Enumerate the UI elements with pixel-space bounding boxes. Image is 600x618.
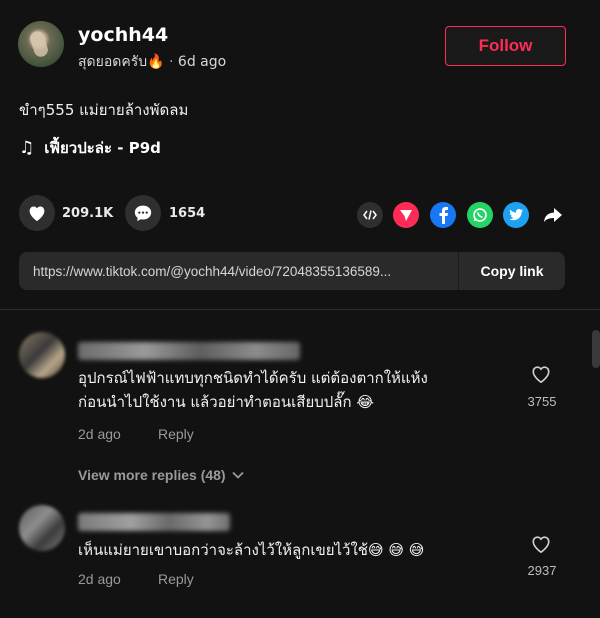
share-arrow-icon[interactable] xyxy=(540,202,566,228)
author-avatar[interactable] xyxy=(18,21,64,67)
view-more-replies[interactable]: View more replies (48) xyxy=(78,467,244,483)
comment-text: อุปกรณ์ไฟฟ้าแทบทุกชนิดทำได้ครับ แต่ต้องต… xyxy=(78,366,428,414)
comment-time: 2d ago xyxy=(78,571,121,587)
comment-text-line: เห็นแม่ยายเขาบอกว่าจะล้างไว้ให้ลูกเขยไว้… xyxy=(78,541,425,559)
reply-button[interactable]: Reply xyxy=(158,571,194,587)
video-url[interactable]: https://www.tiktok.com/@yochh44/video/72… xyxy=(19,264,458,279)
video-link-bar: https://www.tiktok.com/@yochh44/video/72… xyxy=(19,252,565,290)
subline-separator: · xyxy=(169,54,174,70)
commenter-avatar[interactable] xyxy=(19,505,65,551)
comment-button[interactable] xyxy=(125,195,161,231)
author-username[interactable]: yochh44 xyxy=(78,24,168,46)
scrollbar[interactable] xyxy=(592,330,600,368)
author-nickname: สุดยอดครับ🔥 xyxy=(78,54,165,70)
comment-count: 1654 xyxy=(169,206,206,221)
music-title: เฟี้ยวปะล่ะ - P9d xyxy=(44,139,161,157)
commenter-name-blurred xyxy=(78,342,300,360)
embed-icon[interactable] xyxy=(357,202,383,228)
comment-icon xyxy=(134,205,152,222)
twitter-icon[interactable] xyxy=(503,202,529,228)
like-count: 209.1K xyxy=(62,206,114,221)
like-button[interactable] xyxy=(19,195,55,231)
send-icon[interactable] xyxy=(393,202,419,228)
comment-time: 2d ago xyxy=(78,426,121,442)
comment-like-count: 3755 xyxy=(527,394,557,409)
copy-link-button[interactable]: Copy link xyxy=(458,252,565,290)
comment-like-icon[interactable] xyxy=(530,364,552,384)
author-subline: สุดยอดครับ🔥 · 6d ago xyxy=(78,51,226,73)
music-note-icon: ♫ xyxy=(19,138,35,158)
comment-text: เห็นแม่ยายเขาบอกว่าจะล้างไว้ให้ลูกเขยไว้… xyxy=(78,538,424,562)
comment-like-icon[interactable] xyxy=(530,534,552,554)
reply-button[interactable]: Reply xyxy=(158,426,194,442)
music-link[interactable]: ♫ เฟี้ยวปะล่ะ - P9d xyxy=(19,136,161,160)
commenter-avatar[interactable] xyxy=(19,332,65,378)
comment-text-line: อุปกรณ์ไฟฟ้าแทบทุกชนิดทำได้ครับ แต่ต้องต… xyxy=(78,369,428,387)
section-divider xyxy=(0,309,600,310)
view-more-label: View more replies (48) xyxy=(78,467,226,483)
chevron-down-icon xyxy=(231,471,244,479)
comment-text-line: ก่อนนำไปใช้งาน แล้วอย่าทำตอนเสียบปลั๊ก 😂 xyxy=(78,393,374,411)
whatsapp-icon[interactable] xyxy=(467,202,493,228)
heart-icon xyxy=(29,206,45,222)
commenter-name-blurred xyxy=(78,513,230,531)
post-time: 6d ago xyxy=(177,54,227,70)
facebook-icon[interactable] xyxy=(430,202,456,228)
post-caption: ขำๆ555 แม่ยายล้างพัดลม xyxy=(19,101,189,119)
comment-like-count: 2937 xyxy=(527,563,557,578)
follow-button[interactable]: Follow xyxy=(445,26,566,66)
